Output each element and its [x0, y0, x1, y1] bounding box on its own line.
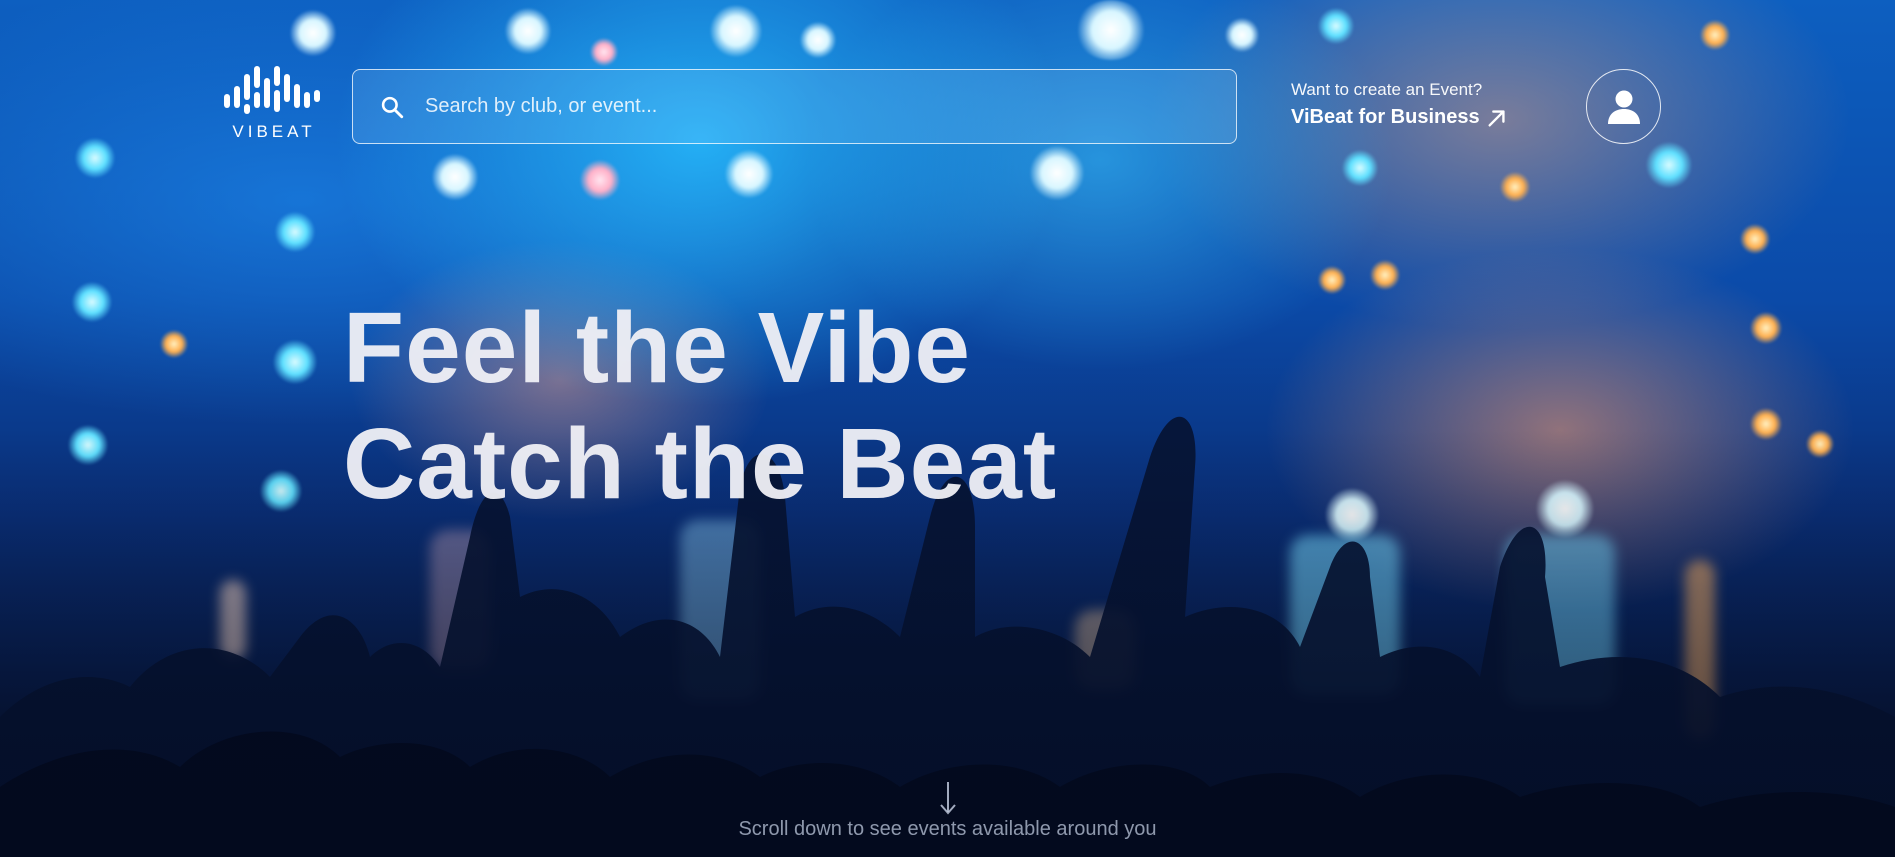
brand-logo[interactable]: VIBEAT	[222, 64, 326, 148]
hero-line-1: Feel the Vibe	[343, 292, 972, 404]
business-link[interactable]: ViBeat for Business	[1291, 106, 1541, 129]
scroll-hint[interactable]: Scroll down to see events available arou…	[0, 780, 1895, 841]
search-input[interactable]	[425, 70, 1236, 143]
scroll-hint-text: Scroll down to see events available arou…	[738, 818, 1157, 840]
arrow-down-icon	[939, 782, 956, 815]
search-bar[interactable]	[352, 69, 1237, 144]
hero-line-2: Catch the Beat	[343, 408, 1058, 520]
arrow-up-right-icon	[1488, 109, 1505, 127]
account-button[interactable]	[1586, 69, 1661, 144]
business-prompt: Want to create an Event?	[1291, 80, 1483, 99]
brand-name: VIBEAT	[232, 122, 316, 141]
hero-heading: Feel the Vibe Catch the Beat	[343, 290, 1057, 522]
search-icon	[381, 96, 404, 118]
business-cta: Want to create an Event? ViBeat for Busi…	[1291, 80, 1541, 129]
soundwave-logo-icon	[224, 66, 320, 114]
business-link-label: ViBeat for Business	[1291, 106, 1480, 128]
user-icon	[1607, 90, 1640, 124]
